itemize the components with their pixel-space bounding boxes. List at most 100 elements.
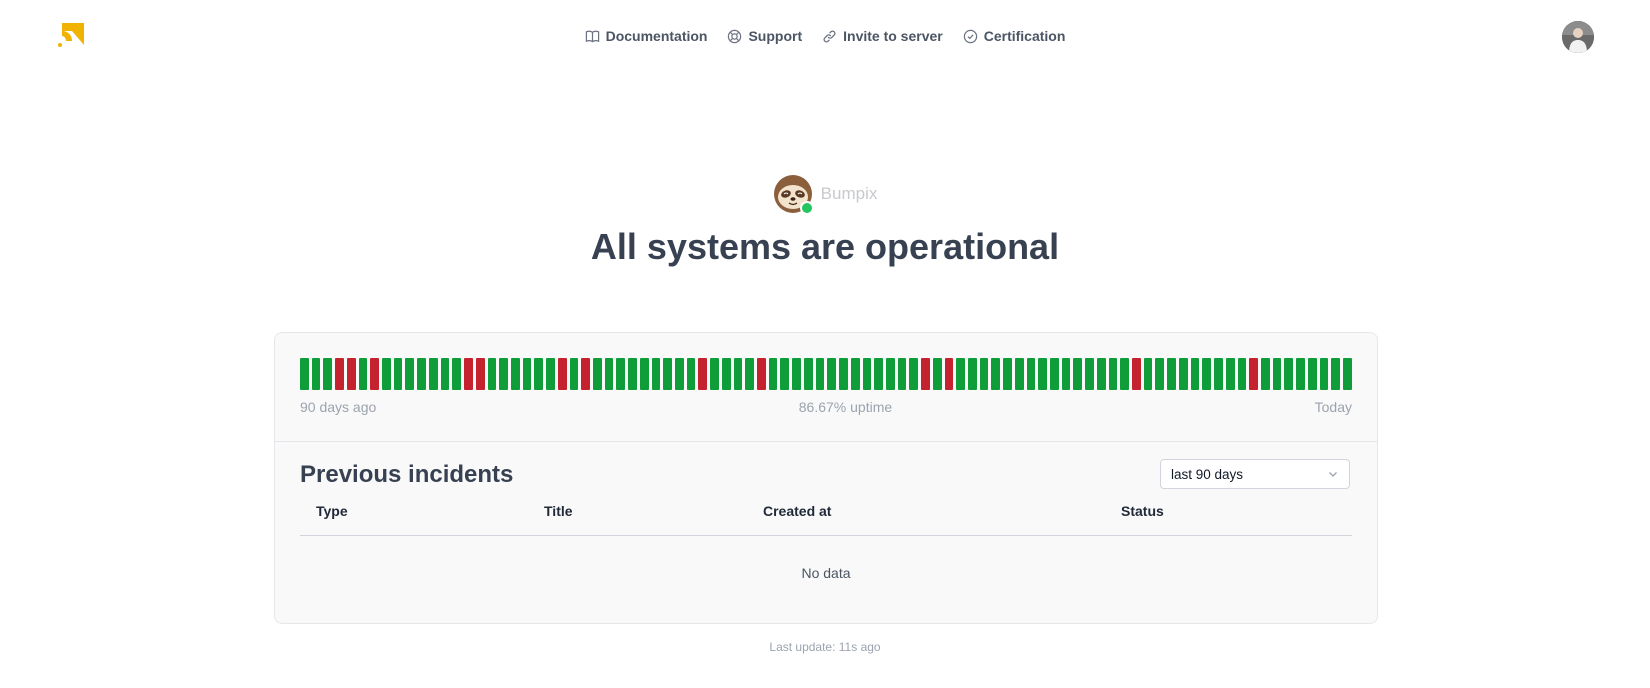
uptime-day-bar-up[interactable] (1272, 358, 1282, 390)
uptime-day-bar-up[interactable] (721, 358, 731, 390)
uptime-day-bar-up[interactable] (710, 358, 719, 390)
uptime-day-bar-up[interactable] (1214, 358, 1223, 390)
uptime-day-bar-up[interactable] (733, 358, 743, 390)
uptime-day-bar-up[interactable] (1260, 358, 1270, 390)
uptime-day-bar-up[interactable] (792, 358, 801, 390)
uptime-day-bar-up[interactable] (1085, 358, 1094, 390)
uptime-day-bar-up[interactable] (405, 358, 415, 390)
column-type[interactable]: Type (316, 503, 348, 519)
uptime-day-bar-down[interactable] (335, 358, 344, 390)
uptime-day-bar-up[interactable] (1202, 358, 1212, 390)
uptime-day-bar-up[interactable] (1190, 358, 1200, 390)
uptime-day-bar-up[interactable] (510, 358, 520, 390)
uptime-day-bar-up[interactable] (1003, 358, 1012, 390)
uptime-day-bar-up[interactable] (839, 358, 848, 390)
uptime-day-bar-up[interactable] (897, 358, 907, 390)
uptime-day-bar-up[interactable] (663, 358, 672, 390)
uptime-day-bar-up[interactable] (358, 358, 368, 390)
column-created-at[interactable]: Created at (763, 503, 831, 519)
uptime-day-bar-up[interactable] (393, 358, 403, 390)
uptime-day-bar-up[interactable] (850, 358, 860, 390)
column-status[interactable]: Status (1121, 503, 1164, 519)
uptime-day-bar-up[interactable] (956, 358, 965, 390)
user-avatar[interactable] (1562, 21, 1594, 53)
uptime-day-bar-up[interactable] (1120, 358, 1130, 390)
uptime-day-bar-down[interactable] (921, 358, 930, 390)
uptime-day-bar-up[interactable] (1225, 358, 1235, 390)
uptime-day-bar-up[interactable] (675, 358, 684, 390)
uptime-day-bar-up[interactable] (1307, 358, 1317, 390)
uptime-day-bar-up[interactable] (815, 358, 825, 390)
uptime-day-bar-up[interactable] (768, 358, 778, 390)
uptime-day-bar-up[interactable] (909, 358, 919, 390)
uptime-day-bar-up[interactable] (1061, 358, 1071, 390)
nav-documentation[interactable]: Documentation (585, 28, 707, 44)
uptime-day-bar-up[interactable] (1108, 358, 1118, 390)
nav-support[interactable]: Support (727, 28, 802, 44)
uptime-day-bar-up[interactable] (569, 358, 579, 390)
uptime-day-bar-down[interactable] (698, 358, 708, 390)
uptime-day-bar-up[interactable] (1014, 358, 1024, 390)
uptime-day-bar-up[interactable] (1331, 358, 1340, 390)
uptime-day-bar-up[interactable] (745, 358, 755, 390)
uptime-day-bar-down[interactable] (1249, 358, 1258, 390)
uptime-day-bar-down[interactable] (370, 358, 380, 390)
uptime-day-bar-up[interactable] (1178, 358, 1188, 390)
uptime-day-bar-up[interactable] (827, 358, 837, 390)
uptime-day-bar-up[interactable] (1096, 358, 1106, 390)
uptime-day-bar-up[interactable] (428, 358, 438, 390)
uptime-day-bar-up[interactable] (499, 358, 508, 390)
uptime-day-bar-up[interactable] (1143, 358, 1153, 390)
uptime-day-bar-down[interactable] (464, 358, 473, 390)
uptime-day-bar-up[interactable] (487, 358, 497, 390)
uptime-day-bar-down[interactable] (581, 358, 590, 390)
uptime-day-bar-up[interactable] (967, 358, 977, 390)
uptime-day-bar-up[interactable] (1296, 358, 1305, 390)
uptime-day-bar-up[interactable] (803, 358, 813, 390)
uptime-day-bar-up[interactable] (1155, 358, 1165, 390)
uptime-day-bar-down[interactable] (475, 358, 485, 390)
uptime-day-bar-up[interactable] (452, 358, 462, 390)
uptime-day-bar-up[interactable] (979, 358, 989, 390)
uptime-day-bar-up[interactable] (616, 358, 626, 390)
uptime-day-bar-up[interactable] (440, 358, 450, 390)
uptime-day-bar-up[interactable] (1038, 358, 1047, 390)
uptime-day-bar-up[interactable] (885, 358, 895, 390)
nav-certification[interactable]: Certification (963, 28, 1065, 44)
uptime-day-bar-up[interactable] (1073, 358, 1083, 390)
uptime-day-bar-up[interactable] (932, 358, 942, 390)
uptime-day-bar-down[interactable] (757, 358, 766, 390)
uptime-day-bar-up[interactable] (311, 358, 321, 390)
uptime-day-bar-up[interactable] (300, 358, 309, 390)
uptime-day-bar-up[interactable] (639, 358, 649, 390)
uptime-day-bar-up[interactable] (1237, 358, 1247, 390)
uptime-day-bar-up[interactable] (651, 358, 661, 390)
uptime-day-bar-up[interactable] (382, 358, 391, 390)
period-select[interactable]: last 90 days (1160, 459, 1350, 489)
uptime-day-bar-up[interactable] (628, 358, 637, 390)
uptime-day-bar-up[interactable] (534, 358, 544, 390)
uptime-day-bar-up[interactable] (1026, 358, 1036, 390)
uptime-day-bar-up[interactable] (1284, 358, 1294, 390)
uptime-day-bar-down[interactable] (1132, 358, 1141, 390)
uptime-day-bar-up[interactable] (592, 358, 602, 390)
nav-invite-to-server[interactable]: Invite to server (822, 28, 943, 44)
uptime-day-bar-up[interactable] (874, 358, 883, 390)
uptime-day-bar-up[interactable] (604, 358, 614, 390)
uptime-day-bar-up[interactable] (780, 358, 790, 390)
uptime-day-bar-down[interactable] (944, 358, 954, 390)
uptime-day-bar-up[interactable] (323, 358, 333, 390)
uptime-day-bar-up[interactable] (1319, 358, 1329, 390)
uptime-day-bar-up[interactable] (417, 358, 426, 390)
uptime-day-bar-up[interactable] (1050, 358, 1059, 390)
uptime-day-bar-up[interactable] (522, 358, 532, 390)
uptime-day-bar-up[interactable] (991, 358, 1001, 390)
uptime-day-bar-down[interactable] (557, 358, 567, 390)
uptime-day-bar-up[interactable] (1167, 358, 1176, 390)
uptime-day-bar-up[interactable] (546, 358, 555, 390)
uptime-day-bar-up[interactable] (1342, 358, 1352, 390)
column-title[interactable]: Title (544, 503, 573, 519)
uptime-day-bar-down[interactable] (346, 358, 356, 390)
uptime-day-bar-up[interactable] (686, 358, 696, 390)
uptime-day-bar-up[interactable] (862, 358, 872, 390)
